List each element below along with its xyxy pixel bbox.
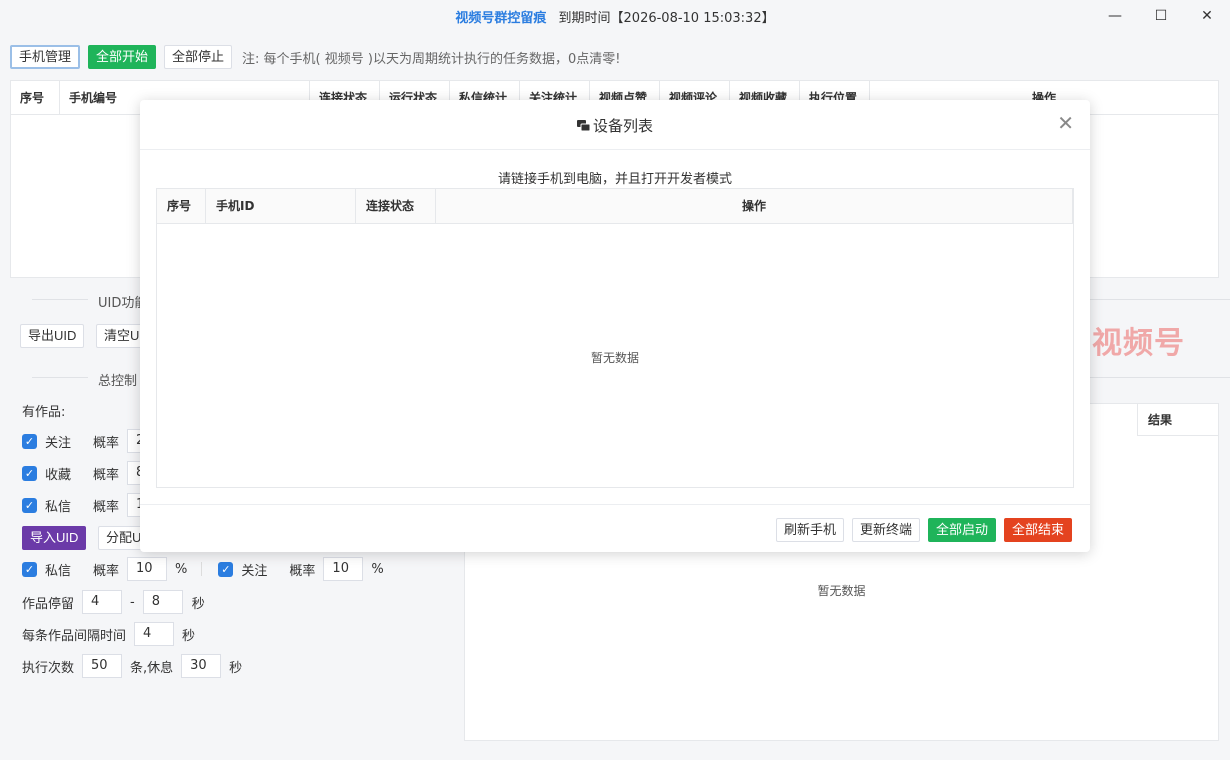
dialog-title: 设备列表 <box>140 115 1090 136</box>
rest-input[interactable]: 30 <box>181 654 222 678</box>
dialog-footer: 刷新手机 更新终端 全部启动 全部结束 <box>140 504 1090 552</box>
device-col-connection: 连接状态 <box>356 189 436 223</box>
refresh-phone-button[interactable]: 刷新手机 <box>775 518 844 542</box>
import-uid-button[interactable]: 导入UID <box>22 526 87 550</box>
has-works-label: 有作品: <box>22 404 66 420</box>
interval-input[interactable]: 4 <box>134 622 175 646</box>
uid-follow-checkbox[interactable]: ✓ <box>218 561 234 577</box>
dialog-close-icon[interactable]: ✕ <box>1057 113 1074 133</box>
row-separator <box>201 562 203 576</box>
stay-label: 作品停留 <box>22 596 75 612</box>
stay-dash: - <box>130 594 135 610</box>
control-divider-right <box>1090 377 1230 378</box>
uid-dm-rate-input[interactable]: 10 <box>127 557 168 581</box>
expiry-time: 到期时间【2026-08-10 15:03:32】 <box>558 11 775 26</box>
uid-divider-left <box>32 299 88 300</box>
device-table: 序号 手机ID 连接状态 操作 暂无数据 <box>156 188 1074 488</box>
dialog-hint: 请链接手机到电脑，并且打开开发者模式 <box>497 172 732 187</box>
app-name: 视频号群控留痕 <box>455 11 547 26</box>
exec-count-input[interactable]: 50 <box>82 654 123 678</box>
exec-row: 执行次数 50 条,休息 30 秒 <box>22 654 242 678</box>
stay-sec-unit: 秒 <box>191 596 205 612</box>
uid-dm-percent: % <box>175 561 188 577</box>
chat-icon <box>576 118 591 136</box>
device-col-index: 序号 <box>157 189 206 223</box>
minimize-button[interactable]: — <box>1092 0 1138 32</box>
export-uid-button[interactable]: 导出UID <box>20 324 85 348</box>
uid-divider-right <box>1090 299 1230 300</box>
exec-label: 执行次数 <box>22 660 75 676</box>
favorite-rate-label: 概率 <box>93 467 120 483</box>
follow-label: 关注 <box>45 435 72 451</box>
device-col-actions: 操作 <box>436 189 1073 223</box>
uid-dm-label: 私信 <box>45 563 72 579</box>
stay-row: 作品停留 4 - 8 秒 <box>22 590 205 614</box>
uid-dm-follow-row: ✓ 私信 概率 10 % ✓ 关注 概率 10 % <box>22 557 384 581</box>
message-label: 私信 <box>45 499 72 515</box>
col-index: 序号 <box>11 81 60 114</box>
control-divider-left <box>32 377 88 378</box>
stay-max-input[interactable]: 8 <box>142 590 183 614</box>
control-section-title: 总控制 <box>98 374 138 389</box>
favorite-checkbox[interactable]: ✓ <box>22 465 37 481</box>
exec-unit: 条,休息 <box>130 660 174 676</box>
rest-sec-unit: 秒 <box>229 660 243 676</box>
watermark-logo: 视频号 <box>1092 326 1185 361</box>
end-all-devices-button[interactable]: 全部结束 <box>1003 518 1072 542</box>
title-bar: 视频号群控留痕 到期时间【2026-08-10 15:03:32】 — ☐ ✕ <box>0 0 1230 32</box>
uid-dm-rate-label: 概率 <box>93 563 120 579</box>
device-col-phone-id: 手机ID <box>206 189 356 223</box>
stay-min-input[interactable]: 4 <box>82 590 123 614</box>
uid-follow-label: 关注 <box>241 563 268 579</box>
phone-manage-button[interactable]: 手机管理 <box>10 45 81 69</box>
close-icon: ✕ <box>1201 8 1213 24</box>
close-window-button[interactable]: ✕ <box>1184 0 1230 32</box>
device-empty-text: 暂无数据 <box>590 351 639 365</box>
follow-checkbox[interactable]: ✓ <box>22 433 37 449</box>
maximize-icon: ☐ <box>1154 8 1168 24</box>
interval-sec-unit: 秒 <box>182 628 196 644</box>
start-all-devices-button[interactable]: 全部启动 <box>927 518 996 542</box>
follow-rate-label: 概率 <box>93 435 120 451</box>
log-empty-text: 暂无数据 <box>817 584 866 598</box>
minimize-icon: — <box>1108 8 1122 24</box>
dialog-title-text: 设备列表 <box>592 117 653 135</box>
start-all-button[interactable]: 全部开始 <box>88 45 157 69</box>
uid-follow-percent: % <box>371 561 384 577</box>
toolbar: 手机管理 全部开始 全部停止 注: 每个手机( 视频号 )以天为周期统计执行的任… <box>10 44 620 70</box>
interval-row: 每条作品间隔时间 4 秒 <box>22 622 195 646</box>
update-terminal-button[interactable]: 更新终端 <box>851 518 920 542</box>
dialog-header: 设备列表 ✕ <box>140 100 1090 150</box>
device-table-header: 序号 手机ID 连接状态 操作 <box>157 189 1073 224</box>
interval-label: 每条作品间隔时间 <box>22 628 127 644</box>
window-title: 视频号群控留痕 到期时间【2026-08-10 15:03:32】 <box>0 7 1230 26</box>
toolbar-note: 注: 每个手机( 视频号 )以天为周期统计执行的任务数据，0点清零! <box>242 51 621 67</box>
favorite-label: 收藏 <box>45 467 72 483</box>
maximize-button[interactable]: ☐ <box>1138 0 1184 32</box>
message-checkbox[interactable]: ✓ <box>22 497 37 513</box>
message-rate-label: 概率 <box>93 499 120 515</box>
device-list-dialog: 设备列表 ✕ 请链接手机到电脑，并且打开开发者模式 序号 手机ID 连接状态 操… <box>140 100 1090 552</box>
stop-all-button[interactable]: 全部停止 <box>164 45 233 69</box>
uid-follow-rate-label: 概率 <box>289 563 316 579</box>
uid-dm-checkbox[interactable]: ✓ <box>22 561 37 577</box>
uid-follow-rate-input[interactable]: 10 <box>323 557 364 581</box>
col-result: 结果 <box>1137 404 1218 436</box>
